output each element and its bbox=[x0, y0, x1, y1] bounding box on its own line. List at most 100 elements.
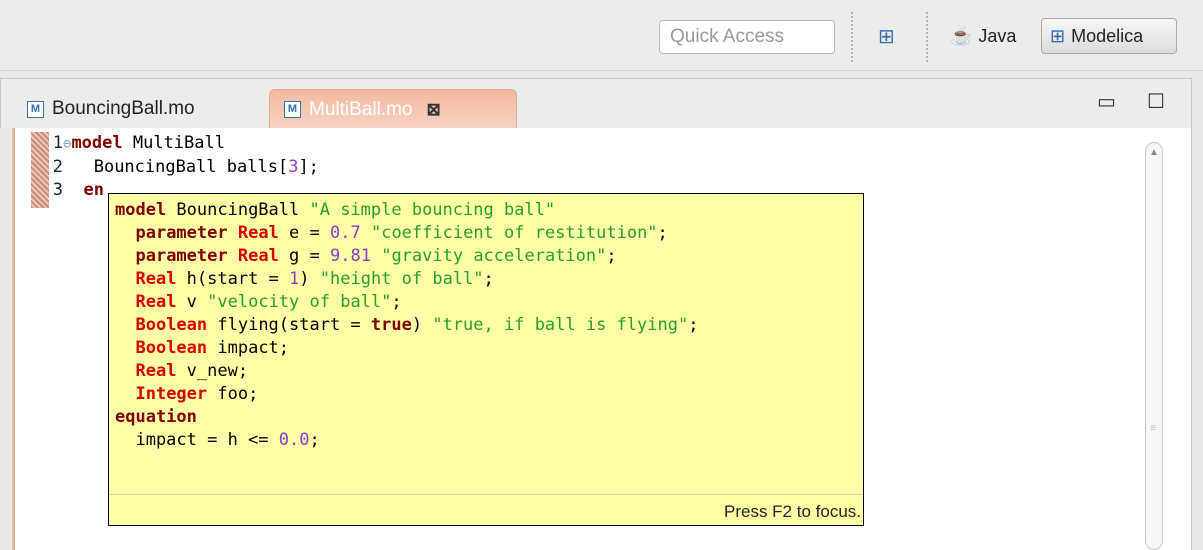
tab-bouncingball[interactable]: M BouncingBall.mo bbox=[13, 89, 261, 129]
code-token-num: 9.81 bbox=[330, 246, 371, 266]
code-token-plain: BouncingBall bbox=[166, 200, 310, 220]
popup-code-line: Boolean impact; bbox=[115, 337, 698, 360]
code-keyword: en bbox=[83, 180, 104, 200]
code-token-kw: true bbox=[370, 315, 412, 335]
code-token-str: "true, if ball is flying" bbox=[432, 315, 689, 335]
code-token-plain: v bbox=[176, 292, 208, 312]
tab-label: MultiBall.mo bbox=[309, 98, 413, 120]
code-token-type: Real bbox=[135, 269, 177, 289]
code-token-plain: e = bbox=[278, 223, 330, 243]
popup-code-line: equation bbox=[115, 406, 698, 429]
hover-info-popup[interactable]: model BouncingBall "A simple bouncing ba… bbox=[108, 193, 864, 526]
popup-code-line: Integer foo; bbox=[115, 383, 698, 406]
code-token-plain: ) bbox=[299, 269, 320, 289]
minimize-icon[interactable]: ▭ bbox=[1097, 89, 1116, 114]
code-token-num: 1 bbox=[289, 269, 300, 289]
code-token-str: "coefficient of restitution" bbox=[370, 223, 658, 243]
perspective-java-label: Java bbox=[978, 25, 1017, 46]
scroll-grip-icon[interactable]: ≡ bbox=[1150, 423, 1156, 434]
toolbar-separator bbox=[926, 12, 928, 62]
code-token-plain: h(start = bbox=[176, 269, 290, 289]
code-text: ]; bbox=[298, 157, 319, 177]
perspective-modelica-button[interactable]: ⊞ Modelica bbox=[1041, 18, 1177, 54]
code-token-plain: foo; bbox=[207, 384, 259, 404]
tab-multiball[interactable]: M MultiBall.mo ⊠ bbox=[269, 89, 517, 129]
code-token-plain: ; bbox=[309, 430, 320, 450]
editor-line: 3 en bbox=[49, 180, 104, 200]
modelica-file-icon: M bbox=[27, 100, 44, 118]
code-number: 3 bbox=[288, 157, 299, 177]
code-token-kw: parameter bbox=[135, 223, 228, 243]
close-tab-icon[interactable]: ⊠ bbox=[426, 100, 440, 120]
tab-label: BouncingBall.mo bbox=[52, 98, 195, 119]
code-token-plain: g = bbox=[278, 246, 330, 266]
code-token-plain: impact; bbox=[207, 338, 290, 358]
line-number: 1 bbox=[52, 133, 63, 153]
popup-focus-hint: Press F2 to focus. bbox=[724, 502, 861, 521]
popup-source: model BouncingBall "A simple bouncing ba… bbox=[115, 199, 698, 452]
editor-active-border bbox=[13, 128, 15, 550]
popup-code-line: Real v_new; bbox=[115, 360, 698, 383]
code-token-kw: model bbox=[115, 200, 167, 220]
editor-code[interactable]: 1⊖model MultiBall 2 BouncingBall balls[3… bbox=[49, 132, 319, 202]
code-token-type: Boolean bbox=[135, 315, 208, 335]
code-token-type: Real bbox=[135, 361, 177, 381]
code-token-plain: flying(start = bbox=[207, 315, 371, 335]
code-text: BouncingBall balls[ bbox=[73, 157, 289, 177]
code-token-plain: ) bbox=[411, 315, 433, 335]
scroll-up-icon[interactable]: ▲ bbox=[1149, 147, 1159, 158]
code-token-kw: equation bbox=[115, 407, 197, 427]
code-token-type: Real bbox=[237, 223, 279, 243]
change-marker-ruler bbox=[31, 132, 49, 208]
perspective-modelica-label: Modelica bbox=[1071, 25, 1144, 46]
line-number: 3 bbox=[52, 180, 63, 200]
code-token-plain: ; bbox=[688, 315, 699, 335]
popup-code-line: parameter Real g = 9.81 "gravity acceler… bbox=[115, 245, 698, 268]
line-number: 2 bbox=[52, 157, 63, 177]
popup-code-line: model BouncingBall "A simple bouncing ba… bbox=[115, 199, 698, 222]
code-token-kw: parameter bbox=[135, 246, 228, 266]
modelica-file-icon: M bbox=[284, 101, 301, 118]
main-toolbar: Quick Access ⊞ ☕ Java ⊞ Modelica bbox=[0, 0, 1203, 71]
code-token-type: Integer bbox=[135, 384, 208, 404]
code-token-plain: v_new; bbox=[176, 361, 249, 381]
editor-tab-bar: M BouncingBall.mo M MultiBall.mo ⊠ ▭ ☐ bbox=[0, 78, 1192, 129]
toolbar-separator bbox=[851, 12, 853, 62]
quick-access-input[interactable]: Quick Access bbox=[659, 20, 835, 54]
editor-line: 1⊖model MultiBall bbox=[49, 133, 225, 153]
code-token-str: "height of ball" bbox=[319, 269, 484, 289]
popup-code-line: Boolean flying(start = true) "true, if b… bbox=[115, 314, 698, 337]
code-token-plain: ; bbox=[391, 292, 402, 312]
popup-code-line: parameter Real e = 0.7 "coefficient of r… bbox=[115, 222, 698, 245]
popup-code-line: Real h(start = 1) "height of ball"; bbox=[115, 268, 698, 291]
code-token-plain: ; bbox=[606, 246, 617, 266]
popup-code-line: impact = h <= 0.0; bbox=[115, 429, 698, 452]
maximize-icon[interactable]: ☐ bbox=[1147, 89, 1165, 114]
java-perspective-icon: ☕ bbox=[950, 25, 973, 46]
code-token-plain: ; bbox=[657, 223, 668, 243]
code-token-num: 0.7 bbox=[330, 223, 361, 243]
code-token-type: Boolean bbox=[135, 338, 208, 358]
code-token-type: Real bbox=[237, 246, 279, 266]
perspective-java-button[interactable]: ☕ Java bbox=[942, 18, 1024, 54]
vertical-scrollbar[interactable]: ▲ ≡ bbox=[1145, 142, 1163, 550]
popup-code-line: Real v "velocity of ball"; bbox=[115, 291, 698, 314]
popup-divider bbox=[109, 494, 863, 495]
code-token-plain: impact = h <= bbox=[115, 430, 279, 450]
code-token-num: 0.0 bbox=[278, 430, 310, 450]
open-perspective-icon[interactable]: ⊞ bbox=[878, 24, 895, 49]
code-keyword: model bbox=[71, 133, 123, 153]
code-text: MultiBall bbox=[122, 133, 225, 153]
code-token-str: "gravity acceleration" bbox=[381, 246, 607, 266]
